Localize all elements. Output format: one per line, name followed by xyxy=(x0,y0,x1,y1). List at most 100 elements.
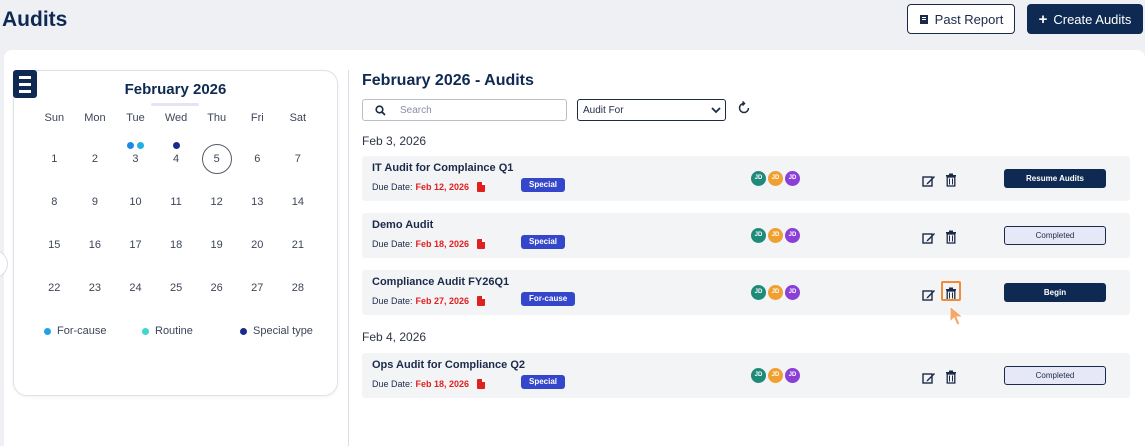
event-dots xyxy=(115,142,156,149)
calendar-day[interactable]: 6 xyxy=(237,130,278,173)
report-icon xyxy=(919,14,928,24)
calendar-day[interactable]: 8 xyxy=(34,173,75,216)
calendar-day[interactable]: 27 xyxy=(237,259,278,302)
legend-label: Routine xyxy=(155,325,193,337)
calendar-day[interactable]: 18 xyxy=(156,216,197,259)
avatar: JD xyxy=(751,368,766,383)
audit-row[interactable]: IT Audit for Complaince Q1 Due Date: Feb 1… xyxy=(362,156,1130,201)
avatar: JD xyxy=(751,171,766,186)
legend-dot xyxy=(142,327,149,335)
assignee-avatars: JD JD JD xyxy=(751,368,800,383)
search-input[interactable] xyxy=(400,104,550,116)
calendar-day[interactable]: 26 xyxy=(196,259,237,302)
audit-type-badge: Special xyxy=(521,235,566,249)
calendar-day[interactable]: 22 xyxy=(34,259,75,302)
create-audits-label: Create Audits xyxy=(1053,11,1132,27)
due-date-label: Due Date: xyxy=(372,239,413,249)
group-date-heading: Feb 4, 2026 xyxy=(362,330,427,344)
calendar-day[interactable]: 19 xyxy=(196,216,237,259)
audit-action-button[interactable]: Resume Audits xyxy=(1004,169,1106,188)
avatar: JD xyxy=(768,285,783,300)
panel-divider xyxy=(348,70,349,446)
plus-icon: + xyxy=(1038,10,1048,28)
calendar-day[interactable]: 23 xyxy=(75,259,116,302)
pdf-icon[interactable] xyxy=(477,296,486,306)
calendar-day[interactable]: 28 xyxy=(278,259,319,302)
page-title: Audits xyxy=(2,8,68,31)
audit-row[interactable]: Compliance Audit FY26Q1 Due Date: Feb 27, … xyxy=(362,270,1130,315)
calendar-day[interactable]: 17 xyxy=(115,216,156,259)
avatar: JD xyxy=(785,171,800,186)
day-number: 3 xyxy=(132,153,139,165)
refresh-icon[interactable] xyxy=(736,100,752,116)
calendar-day[interactable]: 1 xyxy=(34,130,75,173)
group-date-heading: Feb 3, 2026 xyxy=(362,134,427,148)
avatar: JD xyxy=(768,368,783,383)
pdf-icon[interactable] xyxy=(477,182,486,192)
calendar-day[interactable]: 3 xyxy=(115,130,156,173)
calendar-day[interactable]: 13 xyxy=(237,173,278,216)
past-report-button[interactable]: Past Report xyxy=(907,4,1015,34)
legend-dot xyxy=(44,327,51,335)
audit-title: IT Audit for Complaince Q1 xyxy=(372,162,514,174)
event-dots xyxy=(156,142,197,149)
delete-icon[interactable] xyxy=(945,230,957,244)
edit-icon[interactable] xyxy=(922,371,936,385)
pdf-icon[interactable] xyxy=(477,379,486,389)
calendar-day[interactable]: 14 xyxy=(278,173,319,216)
legend-label: For-cause xyxy=(57,325,107,337)
audit-action-button[interactable]: Begin xyxy=(1004,283,1106,302)
past-report-label: Past Report xyxy=(934,11,1004,27)
delete-focus-ring xyxy=(941,281,961,301)
calendar-day[interactable]: 2 xyxy=(75,130,116,173)
calendar-day[interactable]: 24 xyxy=(115,259,156,302)
avatar: JD xyxy=(785,228,800,243)
due-date-label: Due Date: xyxy=(372,296,413,306)
calendar-day[interactable]: 11 xyxy=(156,173,197,216)
cursor-pointer-icon xyxy=(949,305,965,326)
assignee-avatars: JD JD JD xyxy=(751,171,800,186)
calendar-day[interactable]: 25 xyxy=(156,259,197,302)
search-field[interactable] xyxy=(362,99,567,121)
audit-for-value: Audit For xyxy=(583,104,624,116)
calendar-legend: For-cause Routine Special type xyxy=(44,325,334,337)
calendar-day[interactable]: 21 xyxy=(278,216,319,259)
due-date-value: Feb 12, 2026 xyxy=(415,182,470,192)
day-number: 5 xyxy=(201,144,232,174)
calendar-month-label: February 2026 xyxy=(124,81,227,98)
audit-action-button[interactable]: Completed xyxy=(1004,366,1106,385)
calendar-day[interactable]: 20 xyxy=(237,216,278,259)
day-number: 4 xyxy=(173,153,180,165)
calendar-day[interactable]: 9 xyxy=(75,173,116,216)
audit-row[interactable]: Demo Audit Due Date: Feb 18, 2026 Special JD… xyxy=(362,213,1130,258)
legend-item: Routine xyxy=(142,325,240,337)
calendar-grid: Sun Mon Tue Wed Thu Fri Sat 1 2 3 4 5 6 7 8 9 10 11 12 13 14… xyxy=(34,112,318,302)
create-audits-button[interactable]: + Create Audits xyxy=(1027,4,1143,34)
avatar: JD xyxy=(768,228,783,243)
calendar-day[interactable]: 7 xyxy=(278,130,319,173)
edit-icon[interactable] xyxy=(922,288,936,302)
weekday-label: Sun xyxy=(44,112,65,124)
calendar-day[interactable]: 16 xyxy=(75,216,116,259)
calendar-day[interactable]: 15 xyxy=(34,216,75,259)
calendar-day[interactable]: 12 xyxy=(196,173,237,216)
pdf-icon[interactable] xyxy=(477,239,486,249)
calendar-day-today[interactable]: 5 xyxy=(196,130,237,174)
assignee-avatars: JD JD JD xyxy=(751,228,800,243)
edit-icon[interactable] xyxy=(922,231,936,245)
edit-icon[interactable] xyxy=(922,174,936,188)
day-number: 24 xyxy=(129,282,142,294)
delete-icon[interactable] xyxy=(945,370,957,384)
avatar: JD xyxy=(785,285,800,300)
delete-icon[interactable] xyxy=(945,173,957,187)
event-dot xyxy=(136,142,144,149)
calendar-day[interactable]: 4 xyxy=(156,130,197,173)
day-number: 16 xyxy=(88,239,102,251)
audit-action-button[interactable]: Completed xyxy=(1004,226,1106,245)
legend-item: Special type xyxy=(240,325,334,337)
calendar-day[interactable]: 10 xyxy=(115,173,156,216)
audit-for-select[interactable]: Audit For xyxy=(577,99,726,121)
weekday-label: Thu xyxy=(207,112,227,124)
chevron-down-icon xyxy=(711,106,721,113)
audit-row[interactable]: Ops Audit for Compliance Q2 Due Date: Feb … xyxy=(362,353,1130,398)
